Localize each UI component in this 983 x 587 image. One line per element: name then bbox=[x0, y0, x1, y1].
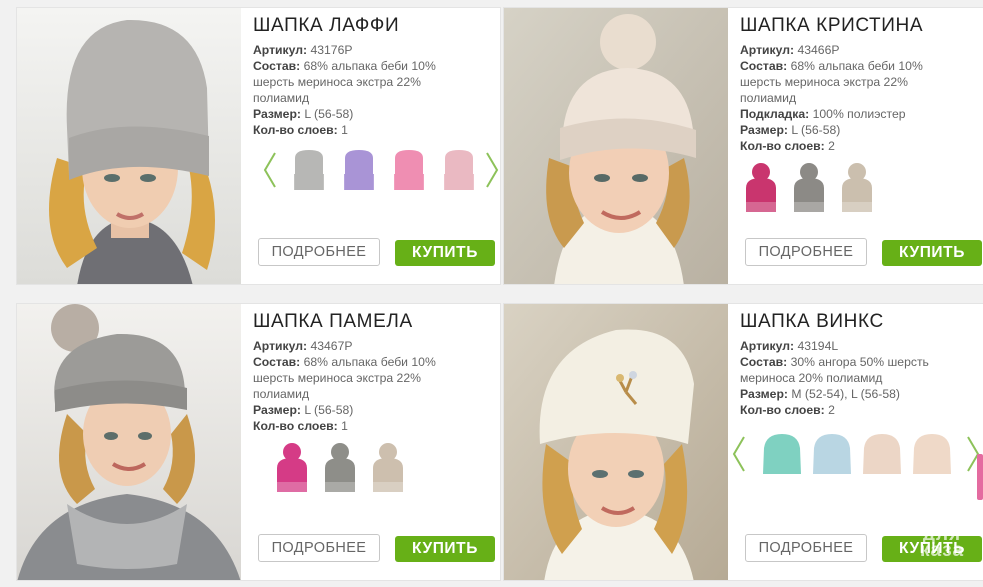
buy-button[interactable]: КУПИТЬ bbox=[395, 240, 495, 266]
size-value: L (56-58) bbox=[791, 123, 841, 137]
composition-value: полиамид bbox=[253, 387, 310, 401]
pompom-hat-swatch[interactable] bbox=[836, 162, 878, 214]
color-swatches bbox=[740, 162, 983, 222]
product-card: ШАПКА ЛАФФИ Артикул: 43176Р Состав: 68% … bbox=[16, 7, 501, 285]
size-value: M (52-54), L (56-58) bbox=[791, 387, 900, 401]
hat-swatch[interactable] bbox=[760, 432, 804, 476]
layers-value: 1 bbox=[341, 123, 348, 137]
pompom-hat-swatch[interactable] bbox=[319, 442, 361, 494]
product-title[interactable]: ШАПКА КРИСТИНА bbox=[740, 15, 923, 37]
product-specs: Артикул: 43176Р Состав: 68% альпака беби… bbox=[253, 42, 493, 138]
lining-label: Подкладка: bbox=[740, 107, 810, 121]
side-tab[interactable] bbox=[977, 454, 983, 500]
size-label: Размер: bbox=[253, 403, 301, 417]
size-value: L (56-58) bbox=[304, 403, 354, 417]
composition-value: 68% альпака беби 10% bbox=[790, 59, 923, 73]
hat-swatch[interactable] bbox=[910, 432, 954, 476]
article-label: Артикул: bbox=[740, 339, 795, 353]
product-photo[interactable] bbox=[17, 304, 241, 580]
composition-value: шерсть мериноса экстра 22% bbox=[253, 371, 421, 385]
lining-value: 100% полиэстер bbox=[812, 107, 906, 121]
hat-swatch[interactable] bbox=[339, 148, 379, 192]
product-photo[interactable] bbox=[504, 304, 728, 580]
article-label: Артикул: bbox=[253, 43, 308, 57]
product-title[interactable]: ШАПКА ЛАФФИ bbox=[253, 15, 399, 37]
chevron-left-icon[interactable] bbox=[263, 152, 277, 188]
size-label: Размер: bbox=[740, 387, 788, 401]
hat-swatch[interactable] bbox=[860, 432, 904, 476]
product-specs: Артикул: 43467Р Состав: 68% альпака беби… bbox=[253, 338, 493, 434]
composition-label: Состав: bbox=[253, 355, 301, 369]
composition-value: шерсть мериноса экстра 22% bbox=[253, 75, 421, 89]
pompom-hat-swatch[interactable] bbox=[271, 442, 313, 494]
layers-value: 2 bbox=[828, 139, 835, 153]
composition-value: 30% ангора 50% шерсть bbox=[790, 355, 929, 369]
color-swatches bbox=[253, 442, 499, 502]
layers-label: Кол-во слоев: bbox=[740, 403, 825, 417]
pompom-hat-swatch[interactable] bbox=[788, 162, 830, 214]
details-button[interactable]: ПОДРОБНЕЕ bbox=[745, 238, 867, 266]
layers-value: 1 bbox=[341, 419, 348, 433]
size-value: L (56-58) bbox=[304, 107, 354, 121]
buy-button[interactable]: КУПИТЬ bbox=[882, 240, 982, 266]
watermark: для каза bbox=[919, 524, 965, 561]
product-title[interactable]: ШАПКА ПАМЕЛА bbox=[253, 311, 413, 333]
hat-swatch[interactable] bbox=[810, 432, 854, 476]
size-label: Размер: bbox=[740, 123, 788, 137]
layers-value: 2 bbox=[828, 403, 835, 417]
chevron-right-icon[interactable] bbox=[485, 152, 499, 188]
buy-button[interactable]: КУПИТЬ bbox=[395, 536, 495, 562]
details-button[interactable]: ПОДРОБНЕЕ bbox=[258, 238, 380, 266]
hat-swatch[interactable] bbox=[289, 148, 329, 192]
product-card: ШАПКА ПАМЕЛА Артикул: 43467Р Состав: 68%… bbox=[16, 303, 501, 581]
composition-value: полиамид bbox=[740, 91, 797, 105]
composition-value: мериноса 20% полиамид bbox=[740, 371, 883, 385]
product-specs: Артикул: 43194L Состав: 30% ангора 50% ш… bbox=[740, 338, 980, 418]
product-photo[interactable] bbox=[504, 8, 728, 284]
color-swatches bbox=[253, 148, 499, 208]
details-button[interactable]: ПОДРОБНЕЕ bbox=[745, 534, 867, 562]
article-value: 43467Р bbox=[310, 339, 353, 353]
composition-value: 68% альпака беби 10% bbox=[303, 59, 436, 73]
product-photo[interactable] bbox=[17, 8, 241, 284]
composition-value: полиамид bbox=[253, 91, 310, 105]
layers-label: Кол-во слоев: bbox=[740, 139, 825, 153]
composition-label: Состав: bbox=[740, 355, 788, 369]
product-title[interactable]: ШАПКА ВИНКС bbox=[740, 311, 884, 333]
article-value: 43466Р bbox=[797, 43, 840, 57]
product-card: ШАПКА ВИНКС Артикул: 43194L Состав: 30% … bbox=[503, 303, 983, 581]
composition-label: Состав: bbox=[253, 59, 301, 73]
layers-label: Кол-во слоев: bbox=[253, 419, 338, 433]
article-label: Артикул: bbox=[740, 43, 795, 57]
chevron-left-icon[interactable] bbox=[732, 436, 746, 472]
pompom-hat-swatch[interactable] bbox=[740, 162, 782, 214]
composition-value: шерсть мериноса экстра 22% bbox=[740, 75, 908, 89]
product-specs: Артикул: 43466Р Состав: 68% альпака беби… bbox=[740, 42, 980, 154]
hat-swatch[interactable] bbox=[389, 148, 429, 192]
article-value: 43194L bbox=[797, 339, 839, 353]
color-swatches bbox=[732, 432, 983, 492]
hat-swatch[interactable] bbox=[439, 148, 479, 192]
article-value: 43176Р bbox=[310, 43, 353, 57]
composition-value: 68% альпака беби 10% bbox=[303, 355, 436, 369]
article-label: Артикул: bbox=[253, 339, 308, 353]
composition-label: Состав: bbox=[740, 59, 788, 73]
details-button[interactable]: ПОДРОБНЕЕ bbox=[258, 534, 380, 562]
pompom-hat-swatch[interactable] bbox=[367, 442, 409, 494]
size-label: Размер: bbox=[253, 107, 301, 121]
layers-label: Кол-во слоев: bbox=[253, 123, 338, 137]
product-card: ШАПКА КРИСТИНА Артикул: 43466Р Состав: 6… bbox=[503, 7, 983, 285]
